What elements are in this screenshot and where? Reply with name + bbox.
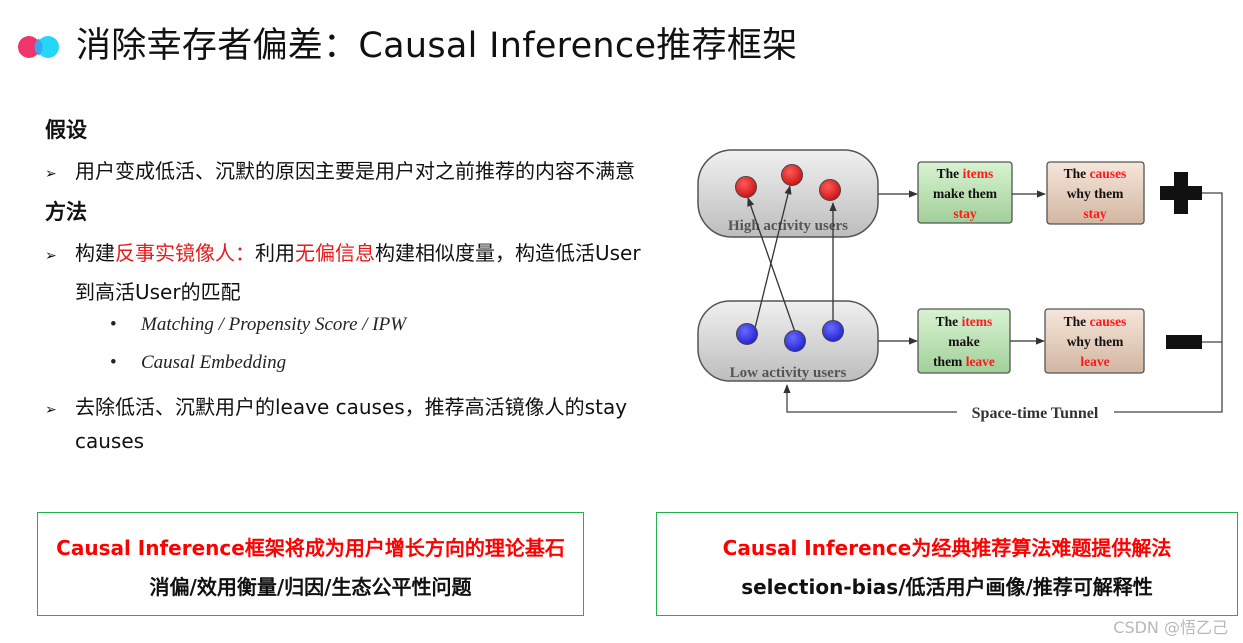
- arrow-bullet-icon: ➢: [45, 166, 57, 182]
- svg-text:The causes: The causes: [1064, 314, 1127, 329]
- plus-icon: [1160, 172, 1202, 214]
- summary-box-solutions-title: Causal Inference为经典推荐算法难题提供解法: [722, 536, 1172, 560]
- causal-diagram: High activity users Low activity users T…: [697, 149, 1223, 422]
- minus-icon: [1166, 335, 1202, 349]
- summary-box-solutions-subtitle: selection-bias/低活用户画像/推荐可解释性: [741, 575, 1153, 599]
- high-user-node: [735, 176, 757, 198]
- svg-text:why them: why them: [1067, 186, 1124, 201]
- low-user-node: [822, 320, 844, 342]
- high-user-node: [819, 179, 841, 201]
- low-group-label: Low activity users: [730, 365, 847, 381]
- svg-text:why them: why them: [1067, 334, 1124, 349]
- method-item-1-continuation: 到高活User的匹配: [75, 280, 241, 304]
- summary-box-growth-title: Causal Inference框架将成为用户增长方向的理论基石: [56, 536, 565, 560]
- assumption-heading: 假设: [45, 118, 87, 142]
- summary-box-solutions: Causal Inference为经典推荐算法难题提供解法 selection-…: [656, 512, 1238, 616]
- highlight-unbiased: 无偏信息: [295, 241, 375, 265]
- low-user-node: [784, 330, 806, 352]
- page-title: 消除幸存者偏差：Causal Inference推荐框架: [76, 26, 798, 66]
- svg-text:stay: stay: [1083, 206, 1106, 221]
- svg-text:stay: stay: [953, 206, 976, 221]
- low-user-node: [736, 323, 758, 345]
- sub-item: • Matching / Propensity Score / IPW: [110, 314, 407, 335]
- highlight-counterfactual: 反事实镜像人：: [115, 241, 255, 265]
- tunnel-line: [1114, 192, 1223, 413]
- svg-text:them leave: them leave: [933, 354, 995, 369]
- arrow-bullet-icon: ➢: [45, 248, 57, 264]
- high-user-node: [781, 164, 803, 186]
- method-item-2: ➢ 去除低活、沉默用户的leave causes，推荐高活镜像人的stay: [45, 395, 628, 419]
- svg-text:make: make: [948, 334, 980, 349]
- tunnel-label: Space-time Tunnel: [972, 405, 1099, 422]
- watermark: CSDN @悟乙己: [1113, 618, 1228, 637]
- sub-item: • Causal Embedding: [110, 352, 287, 373]
- arrow-bullet-icon: ➢: [45, 402, 57, 418]
- assumption-item: ➢ 用户变成低活、沉默的原因主要是用户对之前推荐的内容不满意: [45, 159, 635, 183]
- svg-text:make them: make them: [933, 186, 998, 201]
- svg-text:The items: The items: [937, 166, 994, 181]
- high-group-label: High activity users: [728, 218, 848, 234]
- svg-text:leave: leave: [1080, 354, 1109, 369]
- method-item-1: ➢ 构建反事实镜像人：利用无偏信息构建相似度量，构造低活User: [45, 241, 641, 265]
- svg-text:The items: The items: [936, 314, 993, 329]
- svg-text:The causes: The causes: [1064, 166, 1127, 181]
- summary-box-growth: Causal Inference框架将成为用户增长方向的理论基石 消偏/效用衡量…: [37, 512, 584, 616]
- method-heading: 方法: [45, 200, 87, 224]
- logo-icon: [18, 36, 59, 58]
- method-item-2-continuation: causes: [75, 429, 145, 453]
- summary-box-growth-subtitle: 消偏/效用衡量/归因/生态公平性问题: [149, 575, 472, 599]
